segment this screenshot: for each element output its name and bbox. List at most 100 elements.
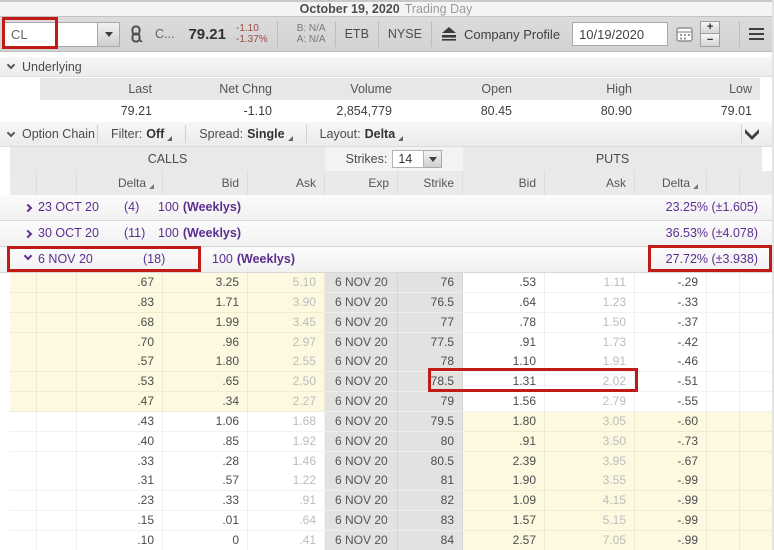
option-chain-row[interactable]: .31 .57 1.22 6 NOV 20 81 1.90 3.55 -.99 (0, 471, 772, 491)
option-chain-row[interactable]: .57 1.80 2.55 6 NOV 20 78 1.10 1.91 -.46 (0, 352, 772, 372)
call-bid-cell[interactable]: .33 (163, 491, 248, 511)
put-ask-header[interactable]: Ask (545, 171, 635, 195)
put-bid-cell[interactable]: 1.57 (463, 511, 545, 531)
call-ask-cell[interactable]: 1.68 (248, 412, 325, 432)
call-ask-cell[interactable]: 2.55 (248, 352, 325, 372)
menu-icon[interactable] (749, 28, 764, 40)
call-bid-cell[interactable]: .85 (163, 432, 248, 452)
strikes-select[interactable]: 14 (392, 150, 424, 168)
option-chain-row[interactable]: .47 .34 2.27 6 NOV 20 79 1.56 2.79 -.55 (0, 392, 772, 412)
call-ask-cell[interactable]: 1.22 (248, 471, 325, 491)
put-ask-cell[interactable]: 3.05 (545, 412, 635, 432)
put-bid-cell[interactable]: .53 (463, 273, 545, 293)
option-chain-row[interactable]: .70 .96 2.97 6 NOV 20 77.5 .91 1.73 -.42 (0, 333, 772, 353)
put-ask-cell[interactable]: 1.23 (545, 293, 635, 313)
call-ask-cell[interactable]: 3.45 (248, 313, 325, 333)
call-bid-cell[interactable]: 1.06 (163, 412, 248, 432)
put-bid-cell[interactable]: 1.80 (463, 412, 545, 432)
chevron-down-icon[interactable] (7, 128, 15, 136)
filter-menu[interactable]: Filter: Off (100, 122, 183, 147)
call-delta-header[interactable]: Delta (77, 171, 163, 195)
put-ask-cell[interactable]: 2.02 (545, 372, 635, 392)
option-chain-row[interactable]: .43 1.06 1.68 6 NOV 20 79.5 1.80 3.05 -.… (0, 412, 772, 432)
call-bid-cell[interactable]: .01 (163, 511, 248, 531)
call-ask-cell[interactable]: .41 (248, 531, 325, 550)
put-bid-cell[interactable]: .78 (463, 313, 545, 333)
put-ask-cell[interactable]: 3.50 (545, 432, 635, 452)
put-ask-cell[interactable]: 4.15 (545, 491, 635, 511)
expiration-row-23oct20[interactable]: 23 OCT 20 (4) 100(Weeklys) 23.25% (±1.60… (0, 195, 772, 221)
put-bid-cell[interactable]: 1.09 (463, 491, 545, 511)
expiration-row-30oct20[interactable]: 30 OCT 20 (11) 100(Weeklys) 36.53% (±4.0… (0, 221, 772, 247)
strike-header[interactable]: Strike (398, 171, 463, 195)
call-bid-cell[interactable]: .34 (163, 392, 248, 412)
option-chain-row[interactable]: .10 0 .41 6 NOV 20 84 2.57 7.05 -.99 (0, 531, 772, 550)
option-chain-row[interactable]: .53 .65 2.50 6 NOV 20 78.5 1.31 2.02 -.5… (0, 372, 772, 392)
put-bid-cell[interactable]: 1.31 (463, 372, 545, 392)
put-bid-header[interactable]: Bid (463, 171, 545, 195)
exp-header[interactable]: Exp (325, 171, 398, 195)
call-bid-cell[interactable]: 1.99 (163, 313, 248, 333)
call-bid-cell[interactable]: .65 (163, 372, 248, 392)
call-ask-cell[interactable]: 2.27 (248, 392, 325, 412)
put-ask-cell[interactable]: 1.91 (545, 352, 635, 372)
date-increment-button[interactable]: + (700, 21, 720, 34)
call-ask-cell[interactable]: .64 (248, 511, 325, 531)
put-bid-cell[interactable]: 2.57 (463, 531, 545, 550)
put-ask-cell[interactable]: 1.50 (545, 313, 635, 333)
call-ask-cell[interactable]: .91 (248, 491, 325, 511)
call-ask-cell[interactable]: 3.90 (248, 293, 325, 313)
chevron-right-icon[interactable] (24, 204, 32, 212)
option-chain-row[interactable]: .15 .01 .64 6 NOV 20 83 1.57 5.15 -.99 (0, 511, 772, 531)
put-delta-header[interactable]: Delta (635, 171, 707, 195)
call-ask-cell[interactable]: 2.97 (248, 333, 325, 353)
call-bid-cell[interactable]: 1.80 (163, 352, 248, 372)
call-bid-header[interactable]: Bid (163, 171, 248, 195)
put-ask-cell[interactable]: 5.15 (545, 511, 635, 531)
put-bid-cell[interactable]: 1.90 (463, 471, 545, 491)
call-ask-cell[interactable]: 1.92 (248, 432, 325, 452)
call-ask-cell[interactable]: 2.50 (248, 372, 325, 392)
call-bid-cell[interactable]: .57 (163, 471, 248, 491)
put-ask-cell[interactable]: 2.79 (545, 392, 635, 412)
collapse-all-icon[interactable] (744, 128, 760, 141)
call-bid-cell[interactable]: 1.71 (163, 293, 248, 313)
strikes-dropdown-button[interactable] (424, 150, 442, 168)
put-bid-cell[interactable]: 1.10 (463, 352, 545, 372)
put-bid-cell[interactable]: 2.39 (463, 452, 545, 472)
symbol-input[interactable] (4, 22, 98, 47)
spread-menu[interactable]: Spread: Single (188, 122, 303, 147)
option-chain-row[interactable]: .23 .33 .91 6 NOV 20 82 1.09 4.15 -.99 (0, 491, 772, 511)
option-chain-row[interactable]: .40 .85 1.92 6 NOV 20 80 .91 3.50 -.73 (0, 432, 772, 452)
call-ask-header[interactable]: Ask (248, 171, 325, 195)
option-chain-row[interactable]: .33 .28 1.46 6 NOV 20 80.5 2.39 3.95 -.6… (0, 452, 772, 472)
chevron-right-icon[interactable] (24, 230, 32, 238)
layout-menu[interactable]: Layout: Delta (309, 122, 415, 147)
underlying-section-header[interactable]: Underlying (0, 57, 772, 77)
date-input[interactable] (572, 22, 668, 46)
expiration-row-6nov20[interactable]: 6 NOV 20 (18) 100(Weeklys) 27.72% (±3.93… (0, 247, 772, 273)
date-decrement-button[interactable]: − (700, 34, 720, 47)
link-icon[interactable] (129, 25, 143, 43)
company-profile-button[interactable]: Company Profile (441, 27, 560, 42)
call-bid-cell[interactable]: 0 (163, 531, 248, 550)
put-bid-cell[interactable]: .91 (463, 432, 545, 452)
put-ask-cell[interactable]: 1.11 (545, 273, 635, 293)
chevron-down-icon[interactable] (24, 252, 32, 260)
put-bid-cell[interactable]: .91 (463, 333, 545, 353)
put-ask-cell[interactable]: 3.55 (545, 471, 635, 491)
put-bid-cell[interactable]: .64 (463, 293, 545, 313)
option-chain-row[interactable]: .83 1.71 3.90 6 NOV 20 76.5 .64 1.23 -.3… (0, 293, 772, 313)
symbol-dropdown-button[interactable] (98, 22, 120, 47)
put-ask-cell[interactable]: 7.05 (545, 531, 635, 550)
call-bid-cell[interactable]: .28 (163, 452, 248, 472)
option-chain-row[interactable]: .67 3.25 5.10 6 NOV 20 76 .53 1.11 -.29 (0, 273, 772, 293)
call-ask-cell[interactable]: 5.10 (248, 273, 325, 293)
put-ask-cell[interactable]: 1.73 (545, 333, 635, 353)
call-ask-cell[interactable]: 1.46 (248, 452, 325, 472)
put-ask-cell[interactable]: 3.95 (545, 452, 635, 472)
put-bid-cell[interactable]: 1.56 (463, 392, 545, 412)
option-chain-row[interactable]: .68 1.99 3.45 6 NOV 20 77 .78 1.50 -.37 (0, 313, 772, 333)
calendar-icon[interactable] (676, 26, 693, 42)
call-bid-cell[interactable]: .96 (163, 333, 248, 353)
